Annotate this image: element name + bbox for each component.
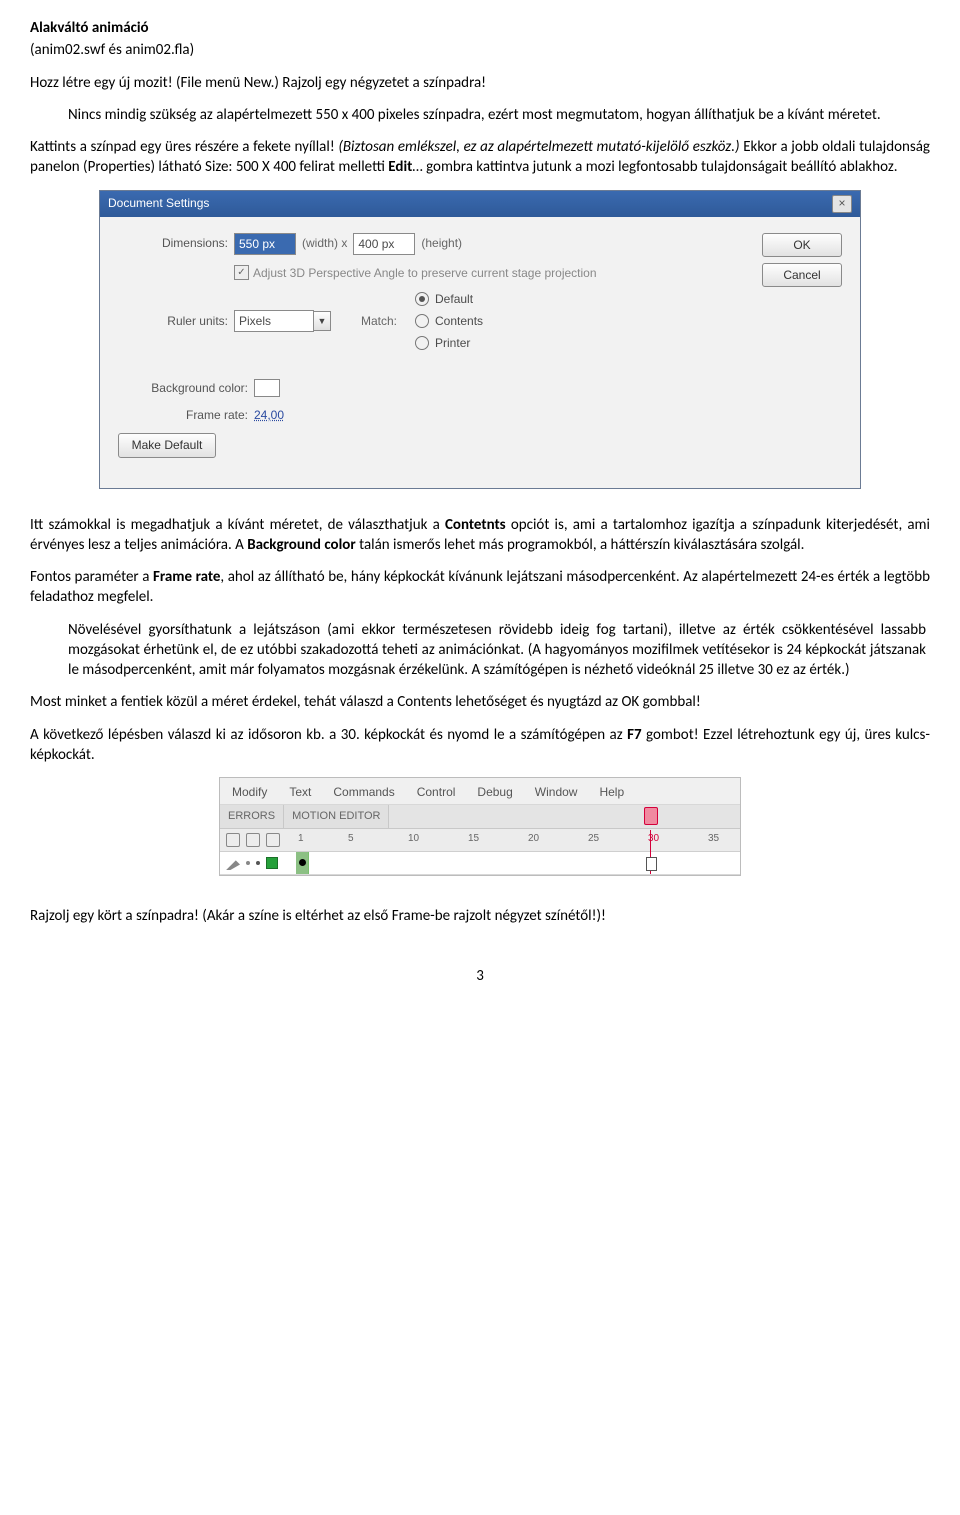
height-label: (height): [421, 235, 462, 251]
width-input[interactable]: 550 px: [234, 233, 296, 255]
tab-motion-editor[interactable]: MOTION EDITOR: [284, 805, 389, 828]
menu-control[interactable]: Control: [417, 784, 456, 800]
paragraph-5: Fontos paraméter a Frame rate, ahol az á…: [30, 567, 930, 608]
ok-button[interactable]: OK: [762, 233, 842, 257]
page-number: 3: [30, 966, 930, 986]
document-settings-dialog: Document Settings × Dimensions: 550 px (…: [99, 190, 861, 489]
radio-icon: [415, 336, 429, 350]
ruler-units-dropdown[interactable]: Pixels ▼: [234, 310, 331, 332]
menu-help[interactable]: Help: [599, 784, 624, 800]
timeline-track[interactable]: [296, 852, 740, 874]
paragraph-4: Itt számokkal is megadhatjuk a kívánt mé…: [30, 515, 930, 556]
menu-debug[interactable]: Debug: [477, 784, 512, 800]
dialog-title-text: Document Settings: [108, 195, 209, 211]
checkbox-icon: ✓: [234, 265, 249, 280]
frame-rate-value[interactable]: 24,00: [254, 407, 284, 423]
frame-rate-label: Frame rate:: [118, 407, 254, 423]
paragraph-9: Rajzolj egy kört a színpadra! (Akár a sz…: [30, 906, 930, 926]
chevron-down-icon: ▼: [314, 311, 331, 331]
width-x-label: (width) x: [302, 235, 347, 251]
eye-icon[interactable]: [226, 833, 240, 847]
background-color-swatch[interactable]: [254, 379, 280, 397]
layer-color-swatch[interactable]: [266, 857, 278, 869]
background-color-label: Background color:: [118, 380, 254, 396]
dimensions-label: Dimensions:: [118, 235, 234, 251]
adjust-3d-checkbox[interactable]: ✓ Adjust 3D Perspective Angle to preserv…: [234, 265, 597, 281]
menu-modify[interactable]: Modify: [232, 784, 267, 800]
paragraph-1: Hozz létre egy új mozit! (File menü New.…: [30, 73, 930, 93]
close-icon[interactable]: ×: [832, 195, 852, 213]
playhead-icon[interactable]: [644, 807, 658, 825]
tab-errors[interactable]: ERRORS: [220, 805, 284, 828]
match-default-radio[interactable]: Default: [415, 291, 483, 307]
paragraph-7: Most minket a fentiek közül a méret érde…: [30, 692, 930, 712]
menu-commands[interactable]: Commands: [333, 784, 394, 800]
menu-text[interactable]: Text: [289, 784, 311, 800]
paragraph-8: A következő lépésben válaszd ki az időso…: [30, 725, 930, 766]
match-label: Match:: [361, 313, 397, 329]
outline-icon[interactable]: [266, 833, 280, 847]
doc-title: Alakváltó animáció: [30, 18, 930, 38]
paragraph-2: Nincs mindig szükség az alapértelmezett …: [68, 105, 926, 125]
timeline-panel: Modify Text Commands Control Debug Windo…: [219, 777, 741, 876]
radio-icon: [415, 292, 429, 306]
match-contents-radio[interactable]: Contents: [415, 313, 483, 329]
make-default-button[interactable]: Make Default: [118, 433, 216, 457]
doc-subtitle: (anim02.swf és anim02.fla): [30, 40, 930, 60]
paragraph-6: Növelésével gyorsíthatunk a lejátszáson …: [68, 620, 926, 681]
lock-icon[interactable]: [246, 833, 260, 847]
match-printer-radio[interactable]: Printer: [415, 335, 483, 351]
cancel-button[interactable]: Cancel: [762, 263, 842, 287]
paragraph-3: Kattints a színpad egy üres részére a fe…: [30, 137, 930, 178]
height-input[interactable]: 400 px: [353, 233, 415, 255]
menu-window[interactable]: Window: [535, 784, 578, 800]
empty-keyframe-icon[interactable]: [646, 857, 657, 871]
radio-icon: [415, 314, 429, 328]
frame-ruler[interactable]: 1 5 10 15 20 25 30 35: [296, 829, 740, 851]
pencil-icon: [226, 856, 240, 870]
ruler-units-label: Ruler units:: [118, 313, 234, 329]
